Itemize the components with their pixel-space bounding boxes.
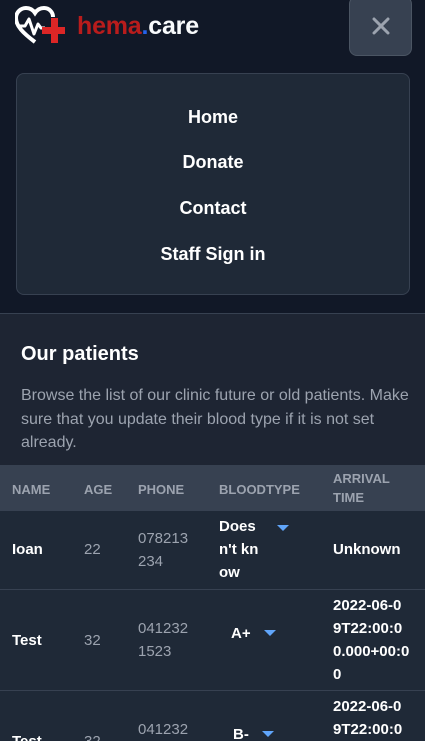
bloodtype-select-line1[interactable]: Does: [219, 515, 256, 539]
header-arrival-time-line2: TIME: [333, 490, 365, 505]
arrival-time-line1: 2022-06-0: [333, 698, 402, 715]
arrival-time-line3: 0.000+00:0: [333, 643, 410, 660]
patient-age: 32: [84, 730, 101, 741]
bloodtype-select-line3[interactable]: ow: [219, 561, 240, 585]
top-navbar: hema.care Home Donate Contact Staff Sign…: [0, 0, 425, 314]
arrival-time-line2: 9T22:00:0: [333, 721, 403, 738]
nav-item-donate[interactable]: Donate: [17, 152, 409, 173]
header-bloodtype: BLOODTYPE: [219, 482, 300, 497]
brand-hema: hema: [77, 11, 142, 40]
arrival-time-line4: 0: [333, 666, 342, 683]
bloodtype-select[interactable]: A+: [231, 622, 251, 646]
page-description: Browse the list of our clinic future or …: [21, 387, 409, 451]
brand-name: hema.care: [77, 11, 199, 40]
page-title: Our patients: [21, 343, 139, 365]
nav-item-home[interactable]: Home: [17, 107, 409, 128]
arrival-time-line2: 9T22:00:0: [333, 620, 403, 637]
arrival-time-line1: 2022-06-0: [333, 597, 402, 614]
nav-item-staff-sign-in[interactable]: Staff Sign in: [17, 244, 409, 265]
chevron-down-icon[interactable]: [277, 525, 289, 531]
patient-phone-line2: 1523: [138, 643, 172, 660]
patients-intro: Our patients Browse the list of our clin…: [21, 343, 411, 455]
patient-age: 22: [84, 541, 101, 558]
header-phone: PHONE: [138, 482, 185, 497]
patient-phone-line1: 041232: [138, 721, 189, 738]
table-header: NAME AGE PHONE BLOODTYPE ARRIVAL TIME: [0, 465, 425, 511]
bloodtype-select-line2[interactable]: n't kn: [219, 538, 258, 562]
chevron-down-icon[interactable]: [262, 731, 274, 737]
patient-name: Test: [12, 730, 42, 741]
header-arrival-time-line1: ARRIVAL: [333, 471, 390, 486]
patient-phone-line1: 041232: [138, 620, 189, 637]
heart-pulse-cross-icon: [15, 6, 65, 44]
chevron-down-icon[interactable]: [264, 630, 276, 636]
patient-phone-line2: 234: [138, 553, 164, 570]
patient-age: 32: [84, 632, 101, 649]
arrival-time: Unknown: [333, 541, 401, 558]
patients-table: NAME AGE PHONE BLOODTYPE ARRIVAL TIME Io…: [0, 465, 425, 741]
close-icon: [372, 17, 389, 35]
patient-name: Test: [12, 632, 42, 649]
header-name: NAME: [12, 482, 51, 497]
table-row: Test 32 041232 1523 A+ 2022-06-0 9T22:00…: [0, 590, 425, 691]
brand-logo[interactable]: hema.care: [15, 6, 199, 46]
close-menu-button[interactable]: [349, 0, 412, 56]
patient-phone-line1: 078213: [138, 530, 189, 547]
patient-name: Ioan: [12, 541, 43, 558]
bloodtype-select[interactable]: B-: [233, 723, 249, 741]
nav-item-contact[interactable]: Contact: [17, 198, 409, 219]
table-row: Test 32 041232 B- 2022-06-0 9T22:00:0: [0, 691, 425, 741]
brand-care: care: [148, 11, 199, 40]
nav-menu: Home Donate Contact Staff Sign in: [16, 73, 410, 295]
table-row: Ioan 22 078213 234 Does n't kn ow Unknow…: [0, 511, 425, 590]
header-age: AGE: [84, 482, 113, 497]
